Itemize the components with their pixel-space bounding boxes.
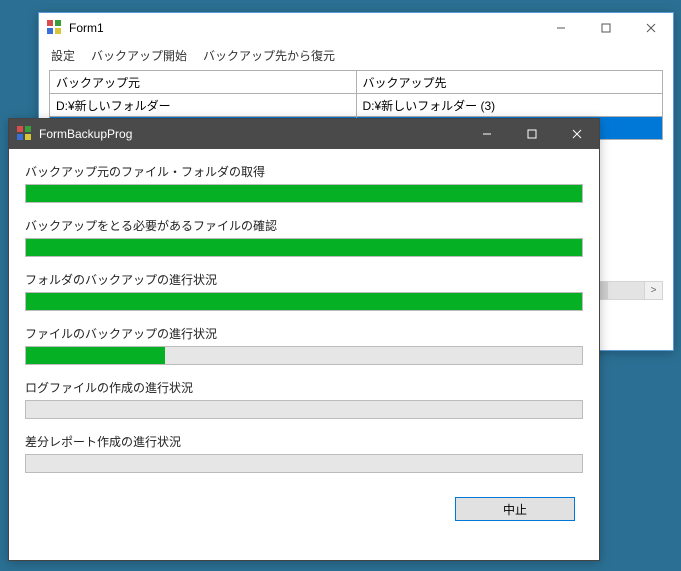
progress-fill bbox=[26, 347, 165, 364]
maximize-button[interactable] bbox=[509, 119, 554, 149]
cell-dst[interactable]: D:¥新しいフォルダー (3) bbox=[356, 94, 663, 117]
progress-bar bbox=[25, 184, 583, 203]
progress-window: FormBackupProg バックアップ元のファイル・フォルダの取得バックアッ… bbox=[8, 118, 600, 561]
progress-step: バックアップをとる必要があるファイルの確認 bbox=[25, 217, 583, 257]
progress-fill bbox=[26, 239, 582, 256]
progress-label: ログファイルの作成の進行状況 bbox=[25, 379, 583, 396]
progress-bar bbox=[25, 346, 583, 365]
titlebar[interactable]: FormBackupProg bbox=[9, 119, 599, 149]
titlebar[interactable]: Form1 bbox=[39, 13, 673, 43]
menu-restore[interactable]: バックアップ先から復元 bbox=[203, 47, 335, 64]
col-header-src[interactable]: バックアップ元 bbox=[50, 71, 357, 94]
progress-step: ファイルのバックアップの進行状況 bbox=[25, 325, 583, 365]
close-button[interactable] bbox=[628, 13, 673, 43]
cell-src[interactable]: D:¥新しいフォルダー bbox=[50, 94, 357, 117]
maximize-button[interactable] bbox=[583, 13, 628, 43]
progress-step: ログファイルの作成の進行状況 bbox=[25, 379, 583, 419]
app-icon bbox=[47, 20, 63, 36]
progress-step: フォルダのバックアップの進行状況 bbox=[25, 271, 583, 311]
progress-bar bbox=[25, 292, 583, 311]
progress-body: バックアップ元のファイル・フォルダの取得バックアップをとる必要があるファイルの確… bbox=[9, 149, 599, 531]
menubar: 設定 バックアップ開始 バックアップ先から復元 bbox=[39, 43, 673, 70]
progress-label: バックアップをとる必要があるファイルの確認 bbox=[25, 217, 583, 234]
window-title: Form1 bbox=[69, 21, 104, 35]
progress-step: バックアップ元のファイル・フォルダの取得 bbox=[25, 163, 583, 203]
progress-step: 差分レポート作成の進行状況 bbox=[25, 433, 583, 473]
table-row[interactable]: D:¥新しいフォルダーD:¥新しいフォルダー (3) bbox=[50, 94, 663, 117]
minimize-button[interactable] bbox=[464, 119, 509, 149]
progress-label: フォルダのバックアップの進行状況 bbox=[25, 271, 583, 288]
col-header-dst[interactable]: バックアップ先 bbox=[356, 71, 663, 94]
app-icon bbox=[17, 126, 33, 142]
progress-fill bbox=[26, 293, 582, 310]
scroll-right-button[interactable]: > bbox=[644, 282, 662, 299]
close-button[interactable] bbox=[554, 119, 599, 149]
progress-bar bbox=[25, 400, 583, 419]
window-controls bbox=[538, 13, 673, 43]
progress-fill bbox=[26, 185, 582, 202]
minimize-button[interactable] bbox=[538, 13, 583, 43]
progress-bar bbox=[25, 238, 583, 257]
menu-start-backup[interactable]: バックアップ開始 bbox=[91, 47, 187, 64]
progress-label: ファイルのバックアップの進行状況 bbox=[25, 325, 583, 342]
menu-settings[interactable]: 設定 bbox=[51, 47, 75, 64]
window-controls bbox=[464, 119, 599, 149]
progress-bar bbox=[25, 454, 583, 473]
progress-label: バックアップ元のファイル・フォルダの取得 bbox=[25, 163, 583, 180]
progress-label: 差分レポート作成の進行状況 bbox=[25, 433, 583, 450]
cancel-button[interactable]: 中止 bbox=[455, 497, 575, 521]
window-title: FormBackupProg bbox=[39, 127, 132, 141]
